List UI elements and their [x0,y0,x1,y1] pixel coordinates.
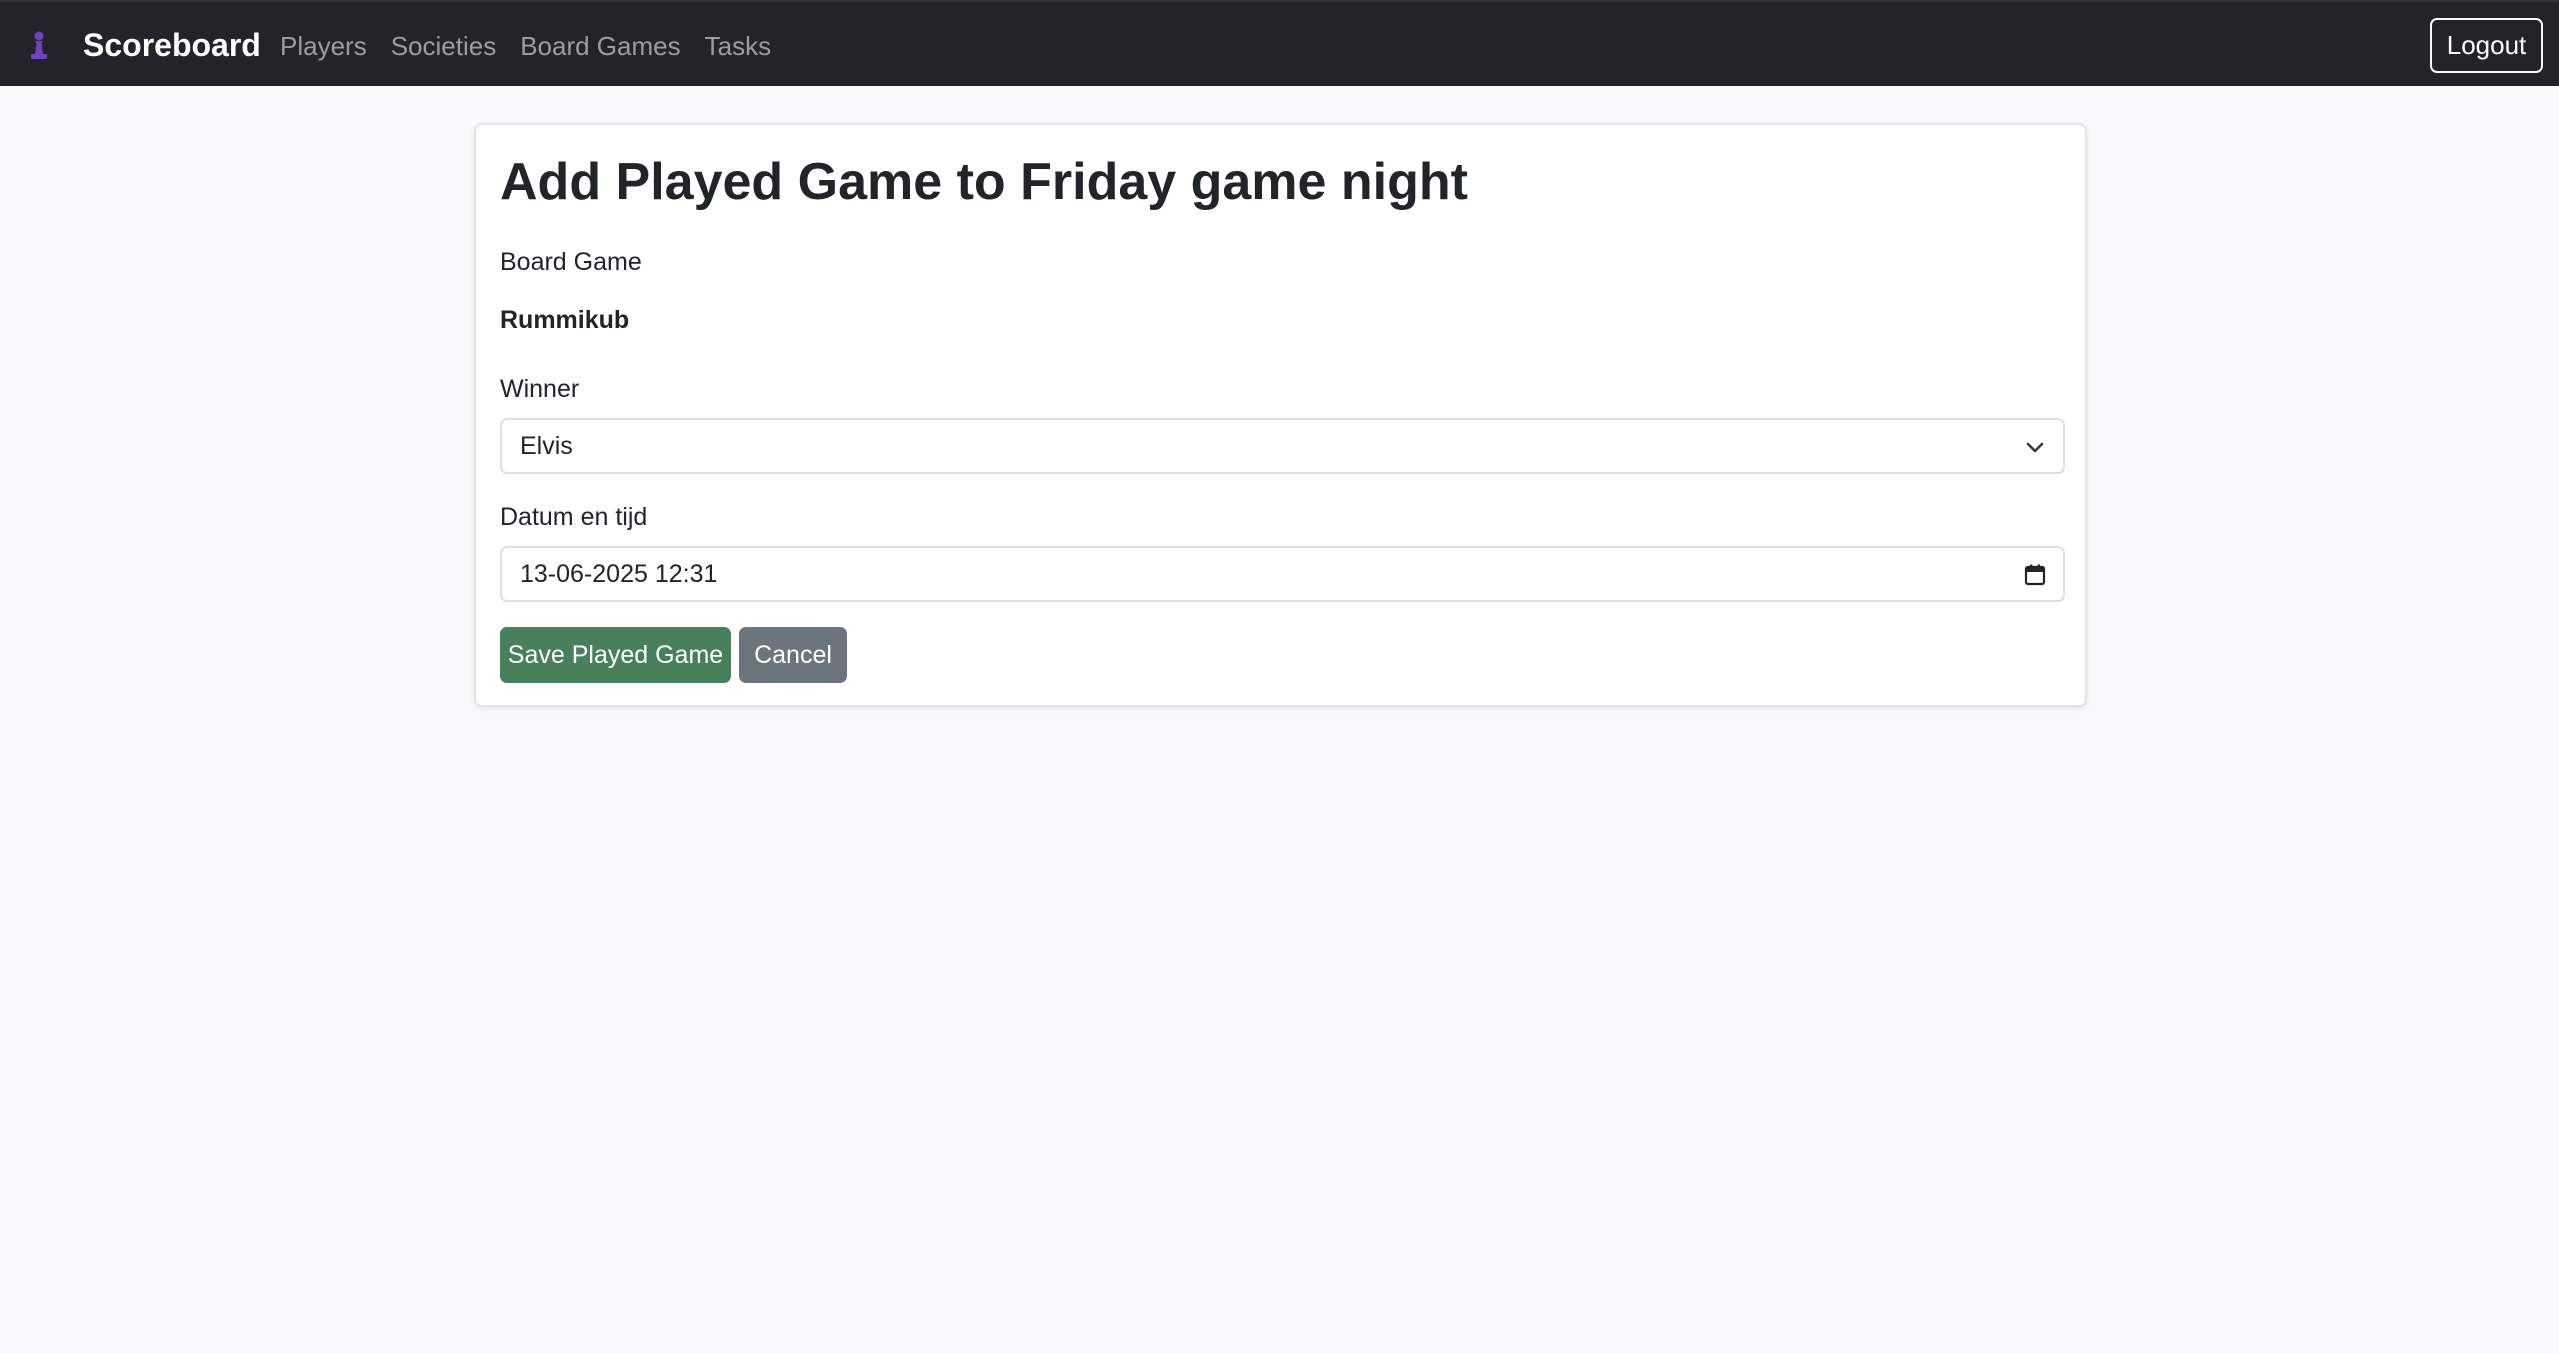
datetime-input-value: 13-06-2025 12:31 [520,559,718,588]
nav-link-players[interactable]: Players [280,26,367,66]
nav-link-board-games[interactable]: Board Games [520,26,680,66]
winner-label: Winner [500,375,580,403]
board-game-value: Rummikub [500,306,630,334]
nav-link-tasks[interactable]: Tasks [705,26,771,66]
chess-pawn-icon[interactable] [28,30,50,62]
add-played-game-card: Add Played Game to Friday game night Boa… [474,123,2087,707]
datetime-label: Datum en tijd [500,503,648,531]
save-played-game-button[interactable]: Save Played Game [500,627,731,683]
logout-button[interactable]: Logout [2430,18,2543,73]
calendar-icon[interactable] [2023,563,2047,587]
page-title: Add Played Game to Friday game night [500,153,1468,211]
winner-select[interactable]: Elvis [500,418,2065,474]
nav-links: Players Societies Board Games Tasks [280,26,795,66]
chevron-down-icon [2026,442,2044,453]
winner-select-value: Elvis [520,431,573,460]
cancel-button[interactable]: Cancel [739,627,847,683]
board-game-label: Board Game [500,248,642,276]
datetime-input[interactable]: 13-06-2025 12:31 [500,546,2065,602]
nav-link-societies[interactable]: Societies [391,26,497,66]
top-navbar: Scoreboard Players Societies Board Games… [0,0,2559,86]
brand-title[interactable]: Scoreboard [83,24,261,66]
